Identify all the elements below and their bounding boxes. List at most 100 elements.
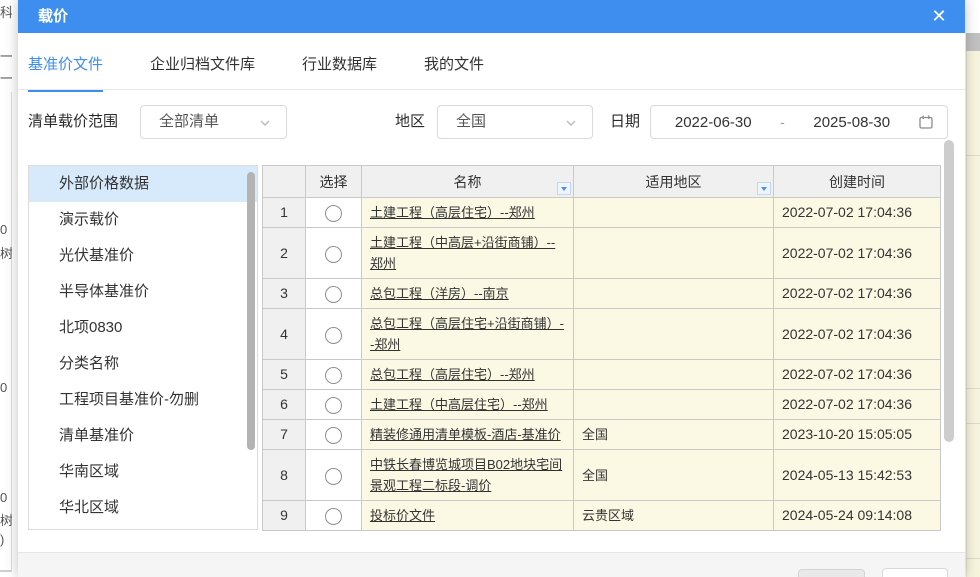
sidebar-item[interactable]: 华南区域 <box>29 454 257 490</box>
region-cell <box>574 228 774 279</box>
file-name-link[interactable]: 总包工程（高层住宅+沿街商铺）--郑州 <box>370 316 564 352</box>
row-select-cell <box>306 198 362 228</box>
background-page-left-strip: 科一一0树00树) <box>0 0 18 577</box>
filter-row: 清单载价范围 全部清单 地区 全国 日期 2022-06-30 - 2025-0… <box>18 105 965 139</box>
file-name-link[interactable]: 投标价文件 <box>370 508 435 523</box>
region-cell: 全国 <box>574 420 774 450</box>
file-name-link[interactable]: 总包工程（洋房）--南京 <box>370 286 509 301</box>
tab-1[interactable]: 企业归档文件库 <box>150 33 255 92</box>
radio-button[interactable] <box>325 427 342 444</box>
background-text-fragment: 0 <box>0 490 12 505</box>
sidebar-item[interactable]: 工程项目基准价-勿删 <box>29 382 257 418</box>
radio-button[interactable] <box>325 286 342 303</box>
sidebar-item[interactable]: 半导体基准价 <box>29 274 257 310</box>
row-index: 8 <box>263 450 306 501</box>
row-index: 2 <box>263 228 306 279</box>
file-name-link[interactable]: 土建工程（中高层住宅）--郑州 <box>370 397 548 412</box>
row-index: 6 <box>263 390 306 420</box>
dialog-scrollbar-thumb[interactable] <box>944 140 954 442</box>
tab-3[interactable]: 我的文件 <box>424 33 484 92</box>
scope-select[interactable]: 全部清单 <box>140 105 287 139</box>
radio-button[interactable] <box>325 468 342 485</box>
background-line <box>966 558 980 559</box>
created-time-cell: 2022-07-02 17:04:36 <box>774 390 941 420</box>
row-select-cell <box>306 501 362 531</box>
date-range-separator: - <box>776 114 790 130</box>
table-row[interactable]: 7精装修通用清单模板-酒店-基准价全国2023-10-20 15:05:05 <box>263 420 941 450</box>
row-select-cell <box>306 390 362 420</box>
background-line <box>966 388 980 389</box>
calendar-icon <box>918 114 934 130</box>
table-row[interactable]: 3总包工程（洋房）--南京2022-07-02 17:04:36 <box>263 279 941 309</box>
row-select-cell <box>306 450 362 501</box>
category-sidebar: 外部价格数据演示载价光伏基准价半导体基准价北项0830分类名称工程项目基准价-勿… <box>28 165 258 530</box>
region-filter-icon[interactable] <box>757 182 771 195</box>
table-row[interactable]: 1 土建工程（高层住宅）--郑州 2022-07-02 17:04:36 <box>263 198 941 228</box>
region-cell <box>574 360 774 390</box>
region-select[interactable]: 全国 <box>437 105 593 139</box>
region-cell <box>574 309 774 360</box>
background-table-edge <box>966 51 980 577</box>
file-name-cell: 总包工程（高层住宅+沿街商铺）--郑州 <box>362 309 574 360</box>
table-row[interactable]: 9投标价文件云贵区域2024-05-24 09:14:08 <box>263 501 941 531</box>
footer-cancel-button[interactable] <box>798 569 865 577</box>
sidebar-scrollbar-thumb[interactable] <box>247 172 255 450</box>
table-row[interactable]: 4总包工程（高层住宅+沿街商铺）--郑州2022-07-02 17:04:36 <box>263 309 941 360</box>
file-name-cell: 土建工程（中高层住宅）--郑州 <box>362 390 574 420</box>
created-time-cell: 2022-07-02 17:04:36 <box>774 360 941 390</box>
name-filter-icon[interactable] <box>557 182 571 195</box>
browser-scrollbar-thumb[interactable] <box>966 33 980 51</box>
row-index: 3 <box>263 279 306 309</box>
row-index: 5 <box>263 360 306 390</box>
region-cell: 全国 <box>574 450 774 501</box>
screen: 科一一0树00树) 载价 ✕ 基准价文件企业归档文件库行业数据库我的文件 清单载… <box>0 0 980 577</box>
file-name-link[interactable]: 精装修通用清单模板-酒店-基准价 <box>370 427 561 442</box>
background-line <box>0 570 11 572</box>
region-cell <box>574 198 774 228</box>
radio-button[interactable] <box>325 205 342 222</box>
date-end-input[interactable]: 2025-08-30 <box>790 114 915 131</box>
table-row[interactable]: 6 土建工程（中高层住宅）--郑州 2022-07-02 17:04:36 <box>263 390 941 420</box>
radio-button[interactable] <box>325 246 342 263</box>
sidebar-item[interactable]: 光伏基准价 <box>29 238 257 274</box>
tab-0[interactable]: 基准价文件 <box>28 33 103 92</box>
created-time-cell: 2024-05-13 15:42:53 <box>774 450 941 501</box>
radio-button[interactable] <box>325 327 342 344</box>
sidebar-item[interactable]: 华北区域 <box>29 490 257 526</box>
table-row[interactable]: 8 中铁长春博览城项目B02地块宅间景观工程二标段-调价全国2024-05-13 … <box>263 450 941 501</box>
created-time-cell: 2024-05-24 09:14:08 <box>774 501 941 531</box>
file-name-link[interactable]: 总包工程（高层住宅）--郑州 <box>370 367 535 382</box>
file-name-link[interactable]: 土建工程（高层住宅）--郑州 <box>370 205 535 220</box>
created-time-cell: 2022-07-02 17:04:36 <box>774 198 941 228</box>
sidebar-item[interactable]: 北项0830 <box>29 310 257 346</box>
close-icon[interactable]: ✕ <box>927 0 951 33</box>
radio-button[interactable] <box>325 367 342 384</box>
header-select: 选择 <box>306 166 362 198</box>
background-text-fragment: 0 <box>0 222 12 237</box>
header-name: 名称 <box>362 166 574 198</box>
sidebar-item[interactable]: 分类名称 <box>29 346 257 382</box>
table-header-row: 选择 名称 适用地区 创建时间 <box>263 166 941 198</box>
date-range-picker[interactable]: 2022-06-30 - 2025-08-30 <box>650 105 948 139</box>
radio-button[interactable] <box>325 508 342 525</box>
file-name-link[interactable]: 中铁长春博览城项目B02地块宅间景观工程二标段-调价 <box>370 457 562 493</box>
created-time-cell: 2022-07-02 17:04:36 <box>774 228 941 279</box>
price-file-table: 选择 名称 适用地区 创建时间 1 土建工程（高层住宅）--郑州 2022-07-0… <box>262 165 940 531</box>
chevron-down-icon <box>566 118 576 128</box>
file-name-link[interactable]: 土建工程（中高层+沿街商铺）--郑州 <box>370 235 555 271</box>
sidebar-item[interactable]: 外部价格数据 <box>29 166 257 202</box>
row-index: 1 <box>263 198 306 228</box>
table-row[interactable]: 2 土建工程（中高层+沿街商铺）--郑州 2022-07-02 17:04:36 <box>263 228 941 279</box>
background-page-right-strip <box>966 0 980 577</box>
sidebar-item[interactable]: 清单基准价 <box>29 418 257 454</box>
table-row[interactable]: 5 总包工程（高层住宅）--郑州 2022-07-02 17:04:36 <box>263 360 941 390</box>
sidebar-item[interactable]: 演示载价 <box>29 202 257 238</box>
radio-button[interactable] <box>325 397 342 414</box>
background-text-fragment: 科 <box>0 2 12 21</box>
file-name-cell: 投标价文件 <box>362 501 574 531</box>
file-name-cell: 精装修通用清单模板-酒店-基准价 <box>362 420 574 450</box>
date-start-input[interactable]: 2022-06-30 <box>651 114 776 131</box>
tab-2[interactable]: 行业数据库 <box>302 33 377 92</box>
footer-confirm-button[interactable] <box>882 568 948 577</box>
region-cell <box>574 279 774 309</box>
